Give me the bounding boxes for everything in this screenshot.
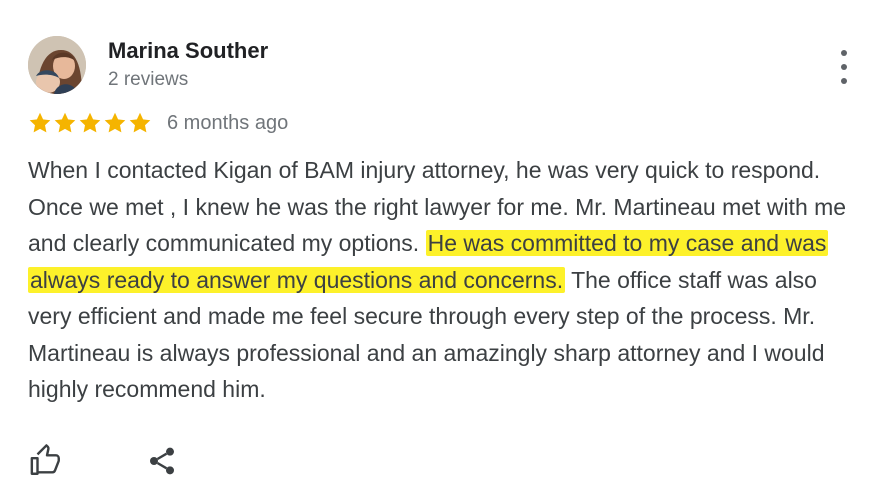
more-dot — [841, 50, 847, 56]
review-text: When I contacted Kigan of BAM injury att… — [28, 152, 864, 408]
star-icon — [129, 112, 151, 133]
more-options-icon[interactable] — [830, 50, 858, 84]
star-icon — [54, 112, 76, 133]
author-review-count: 2 reviews — [108, 69, 189, 90]
star-icon — [104, 112, 126, 133]
avatar-photo — [28, 36, 86, 94]
review-date: 6 months ago — [167, 111, 289, 134]
star-rating — [28, 111, 152, 135]
avatar[interactable] — [28, 36, 86, 94]
review-actions — [28, 443, 180, 479]
rating-row: 6 months ago — [28, 110, 288, 136]
star-icon — [79, 112, 101, 133]
star-icon — [29, 112, 51, 133]
author-name[interactable]: Marina Souther — [108, 38, 268, 64]
thumbs-up-icon — [30, 444, 60, 475]
more-dot — [841, 64, 847, 70]
share-button[interactable] — [144, 443, 180, 479]
like-button[interactable] — [28, 443, 64, 479]
more-dot — [841, 78, 847, 84]
share-icon — [150, 447, 174, 475]
